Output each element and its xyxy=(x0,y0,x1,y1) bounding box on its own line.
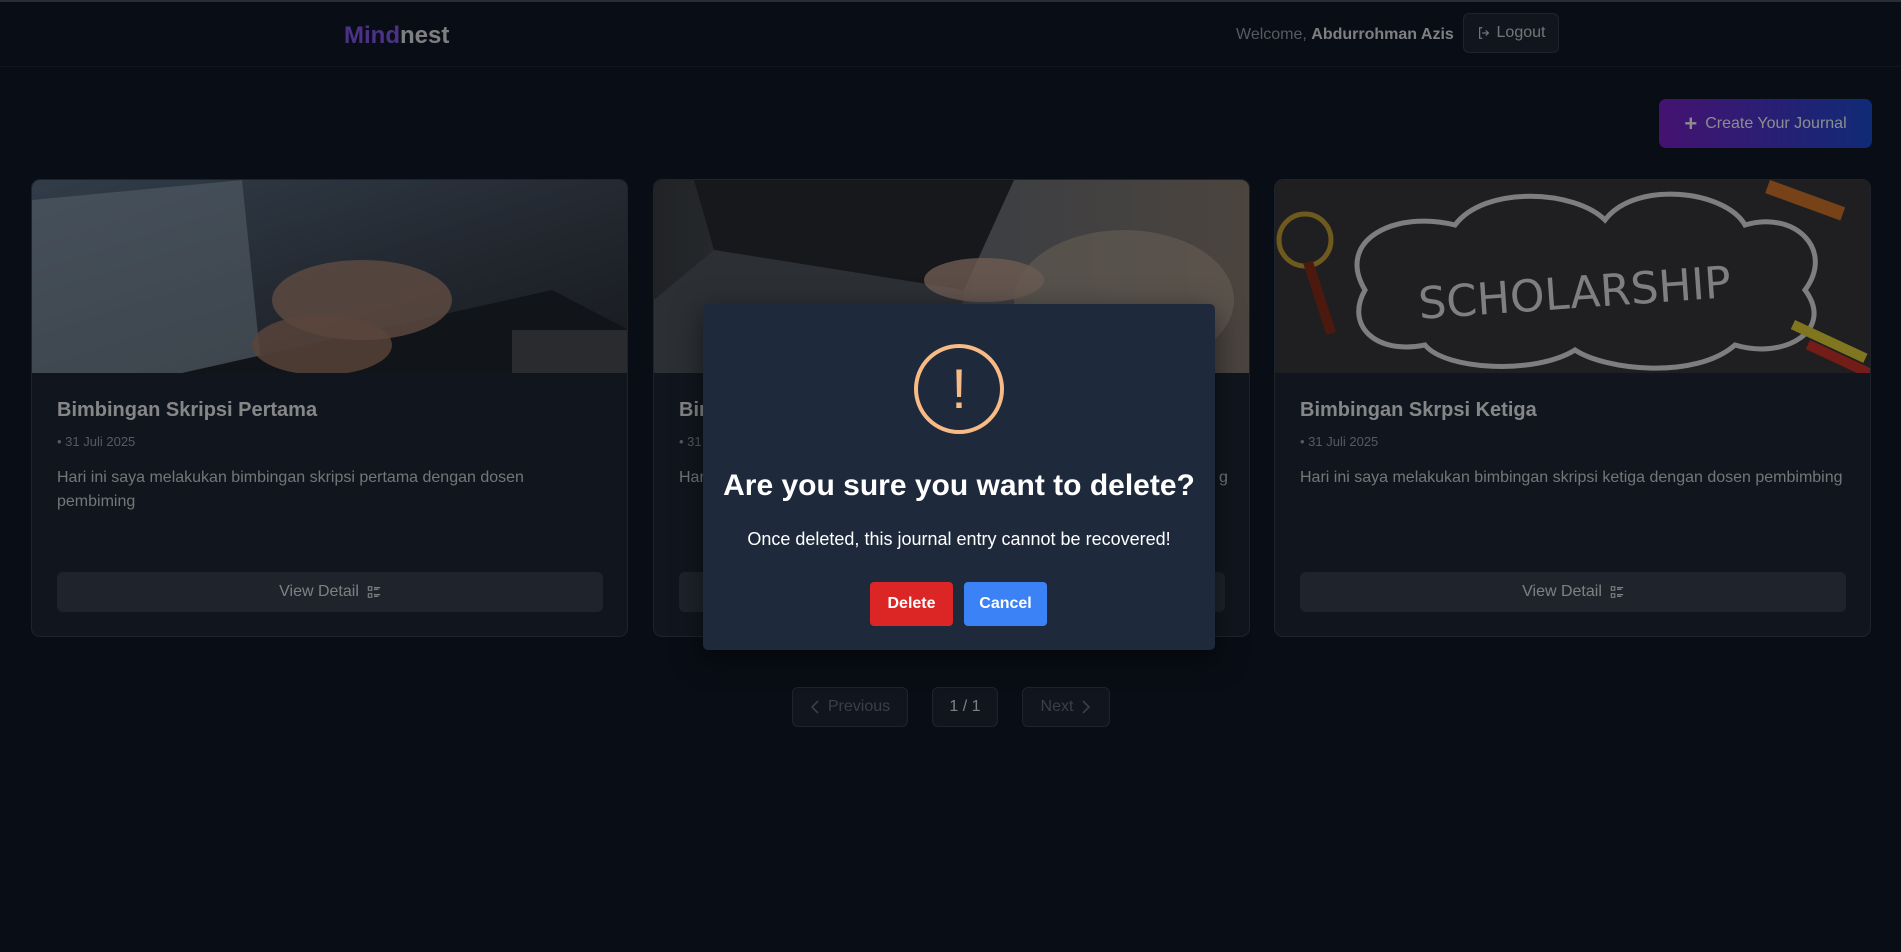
delete-confirm-dialog: ! Are you sure you want to delete? Once … xyxy=(703,304,1215,650)
dialog-message: Once deleted, this journal entry cannot … xyxy=(747,529,1171,549)
delete-button[interactable]: Delete xyxy=(870,582,953,626)
dialog-title: Are you sure you want to delete? xyxy=(723,469,1195,502)
cancel-button[interactable]: Cancel xyxy=(964,582,1047,626)
warning-icon: ! xyxy=(914,344,1004,434)
